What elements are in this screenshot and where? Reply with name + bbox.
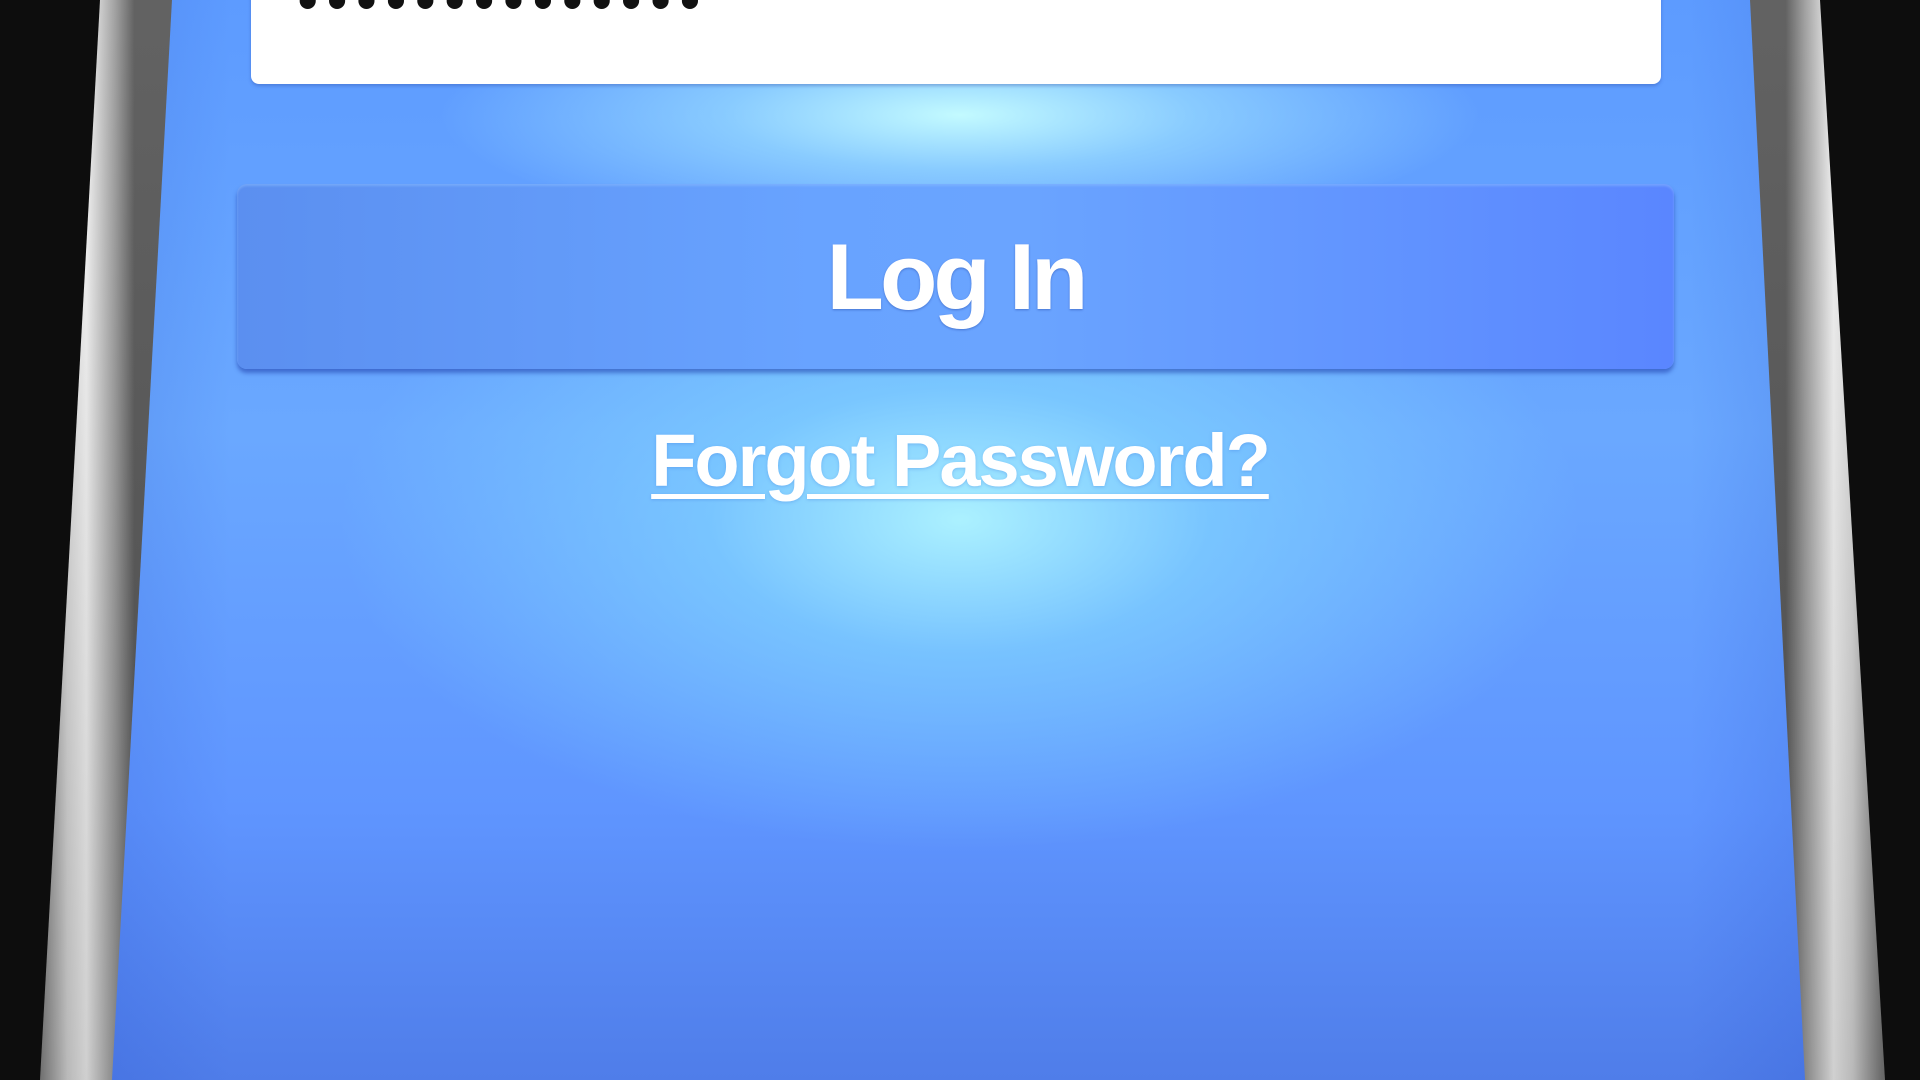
screen-shade: [112, 0, 1805, 1080]
password-value: ••••••••••••••: [293, 0, 705, 29]
phone-screen: •••••••••••••• Log In Forgot Password?: [112, 0, 1805, 1080]
password-field[interactable]: ••••••••••••••: [251, 0, 1661, 84]
forgot-password-link[interactable]: Forgot Password?: [651, 419, 1271, 502]
login-button[interactable]: Log In: [237, 184, 1674, 369]
stage: •••••••••••••• Log In Forgot Password?: [0, 0, 1920, 1080]
forgot-password-link-row: Forgot Password?: [112, 418, 1805, 503]
login-button-label: Log In: [826, 223, 1089, 329]
